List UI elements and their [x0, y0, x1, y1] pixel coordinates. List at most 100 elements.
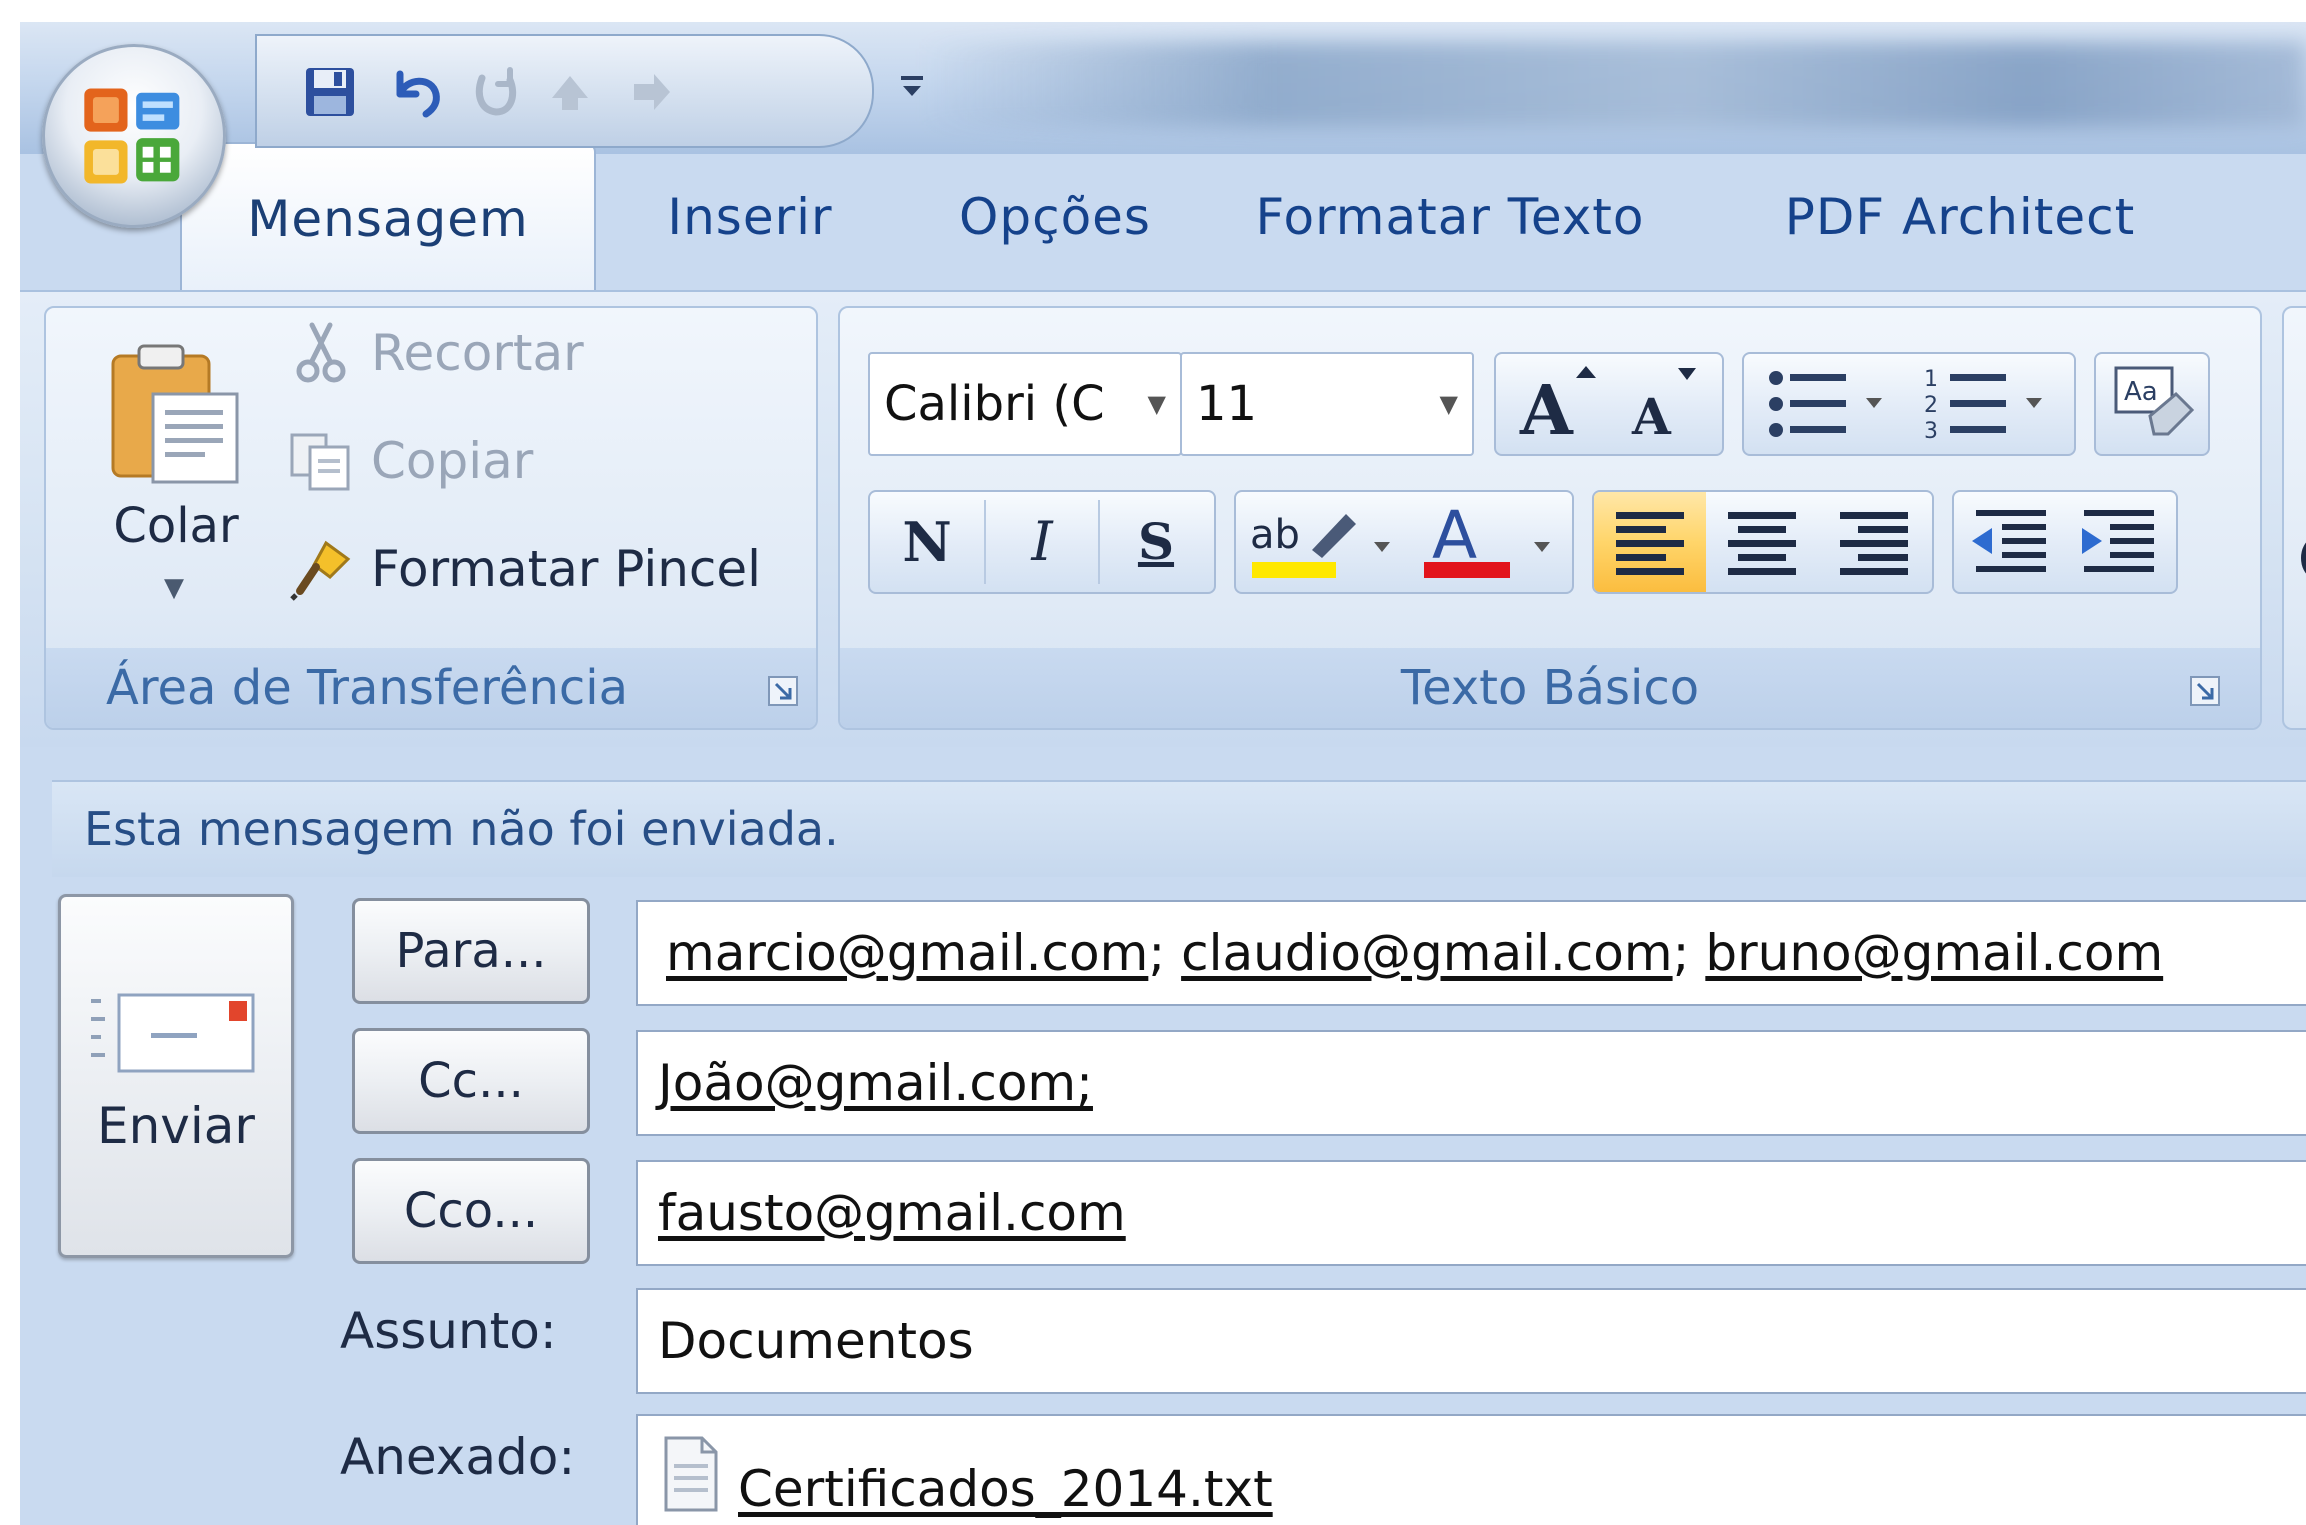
highlight-color-button[interactable]: ab [1242, 492, 1402, 592]
info-bar-text: Esta mensagem não foi enviada. [84, 802, 839, 856]
redo-button[interactable] [465, 64, 527, 120]
bold-button[interactable]: N [870, 492, 984, 592]
svg-text:A: A [1519, 371, 1574, 451]
ribbon-tabs: Mensagem Inserir Opções Formatar Texto P… [20, 142, 2306, 294]
grow-font-icon: A [1519, 366, 1596, 451]
subject-label: Assunto: [340, 1302, 557, 1360]
outlook-compose-window: Mensagem Inserir Opções Formatar Texto P… [20, 22, 2306, 1525]
highlighter-pen-icon: ab [1250, 512, 1390, 578]
font-color-button[interactable]: A [1412, 492, 1566, 592]
bcc-field[interactable]: fausto@gmail.com [636, 1160, 2306, 1266]
bcc-address[interactable]: fausto@gmail.com [658, 1184, 1126, 1242]
align-left-icon [1616, 512, 1684, 575]
decrease-indent-button[interactable] [1958, 492, 2064, 592]
recipient-address[interactable]: marcio@gmail.com [666, 924, 1148, 982]
cut-button[interactable]: Recortar [286, 313, 766, 393]
redo-icon [475, 67, 517, 116]
svg-text:2: 2 [1924, 393, 1938, 418]
underline-button[interactable]: S [1100, 492, 1212, 592]
recipient-separator: ; [1672, 924, 1690, 982]
customize-toolbar-dropdown-icon[interactable] [895, 72, 929, 102]
cc-value: João@gmail.com; [658, 1032, 1093, 1134]
cc-address[interactable]: João@gmail.com; [658, 1054, 1093, 1112]
bullet-list-icon [1769, 371, 1882, 437]
paste-dropdown-arrow[interactable]: ▼ [164, 573, 184, 603]
to-field[interactable]: marcio@gmail.com; claudio@gmail.com; bru… [636, 900, 2306, 1006]
align-right-button[interactable] [1818, 492, 1930, 592]
styles-button-frame: Aa [2094, 352, 2210, 456]
styles-eraser-icon: Aa [2114, 366, 2195, 436]
grow-font-button[interactable]: A [1506, 354, 1606, 454]
font-size-combo[interactable]: 11 ▼ [1180, 352, 1474, 456]
bcc-button[interactable]: Cco... [352, 1158, 590, 1264]
font-name-combo[interactable]: Calibri (C ▼ [868, 352, 1182, 456]
tab-mensagem[interactable]: Mensagem [180, 142, 596, 294]
paste-button-label[interactable]: Colar [86, 498, 266, 554]
attachments-field[interactable]: Certificados_2014.txt [636, 1414, 2306, 1525]
decrease-indent-icon [1972, 510, 2046, 572]
svg-text:Aa: Aa [2124, 377, 2158, 407]
undo-button[interactable] [385, 64, 447, 120]
cc-button[interactable]: Cc... [352, 1028, 590, 1134]
increase-indent-button[interactable] [2066, 492, 2172, 592]
floppy-disk-icon [306, 68, 354, 116]
shrink-font-icon: A [1631, 368, 1696, 446]
clipboard-group-label: Área de Transferência [46, 648, 816, 728]
attachment-item[interactable]: Certificados_2014.txt [738, 1438, 1273, 1525]
align-right-icon [1840, 512, 1908, 575]
font-size-value: 11 [1196, 376, 1258, 432]
send-label: Enviar [97, 1097, 255, 1155]
recipient-separator: ; [1148, 924, 1166, 982]
to-button[interactable]: Para... [352, 898, 590, 1004]
recipient-address[interactable]: bruno@gmail.com [1705, 924, 2163, 982]
numbering-button[interactable]: 1 2 3 [1914, 354, 2064, 454]
cc-field[interactable]: João@gmail.com; [636, 1030, 2306, 1136]
italic-button[interactable]: I [986, 492, 1098, 592]
scissors-icon [296, 322, 346, 383]
increase-indent-icon [2082, 510, 2154, 572]
clipboard-paste-icon[interactable] [101, 338, 251, 488]
align-center-button[interactable] [1706, 492, 1818, 592]
align-left-button[interactable] [1594, 492, 1706, 592]
attachment-name[interactable]: Certificados_2014.txt [738, 1460, 1273, 1518]
styles-button[interactable]: Aa [2102, 354, 2202, 454]
recipient-address[interactable]: claudio@gmail.com [1181, 924, 1672, 982]
clipboard-group: Colar ▼ Recortar Copiar Formatar Pincel … [44, 306, 818, 730]
chevron-down-icon[interactable]: ▼ [1148, 354, 1166, 454]
list-buttons: 1 2 3 [1742, 352, 2076, 456]
font-style-buttons: N I S [868, 490, 1216, 594]
bullets-button[interactable] [1754, 354, 1904, 454]
partial-control-icon [2300, 542, 2306, 574]
color-buttons: ab A [1234, 490, 1574, 594]
subject-input[interactable]: Documentos [636, 1288, 2306, 1394]
send-button[interactable]: Enviar [58, 894, 294, 1258]
align-center-icon [1728, 512, 1796, 575]
tab-formatar-texto[interactable]: Formatar Texto [1230, 142, 1670, 292]
format-painter-button[interactable]: Formatar Pincel [286, 529, 806, 609]
tab-pdf-architect[interactable]: PDF Architect [1710, 142, 2210, 292]
envelope-send-icon [91, 993, 255, 1073]
info-bar: Esta mensagem não foi enviada. [52, 780, 2306, 877]
up-arrow-icon [552, 76, 588, 110]
svg-text:3: 3 [1924, 419, 1938, 444]
quick-access-toolbar [255, 34, 874, 148]
tab-opcoes[interactable]: Opções [910, 142, 1200, 292]
basic-text-dialog-launcher-icon[interactable] [2188, 674, 2222, 708]
format-painter-label: Formatar Pincel [371, 540, 762, 598]
copy-button[interactable]: Copiar [286, 421, 766, 501]
copy-icon [290, 433, 350, 491]
tab-inserir[interactable]: Inserir [610, 142, 890, 292]
font-size-buttons: A A [1494, 352, 1724, 456]
copy-label: Copiar [371, 432, 534, 490]
clipboard-dialog-launcher-icon[interactable] [766, 674, 800, 708]
shrink-font-button[interactable]: A [1612, 354, 1712, 454]
next-item-button[interactable] [619, 64, 681, 120]
chevron-down-icon[interactable]: ▼ [1440, 354, 1458, 454]
office-logo-icon [84, 88, 180, 184]
window-title-blurred [920, 42, 2306, 128]
office-button[interactable] [42, 44, 226, 228]
numbered-list-icon: 1 2 3 [1924, 367, 2042, 444]
previous-item-button[interactable] [539, 64, 601, 120]
save-button[interactable] [299, 64, 361, 120]
cut-label: Recortar [371, 324, 584, 382]
